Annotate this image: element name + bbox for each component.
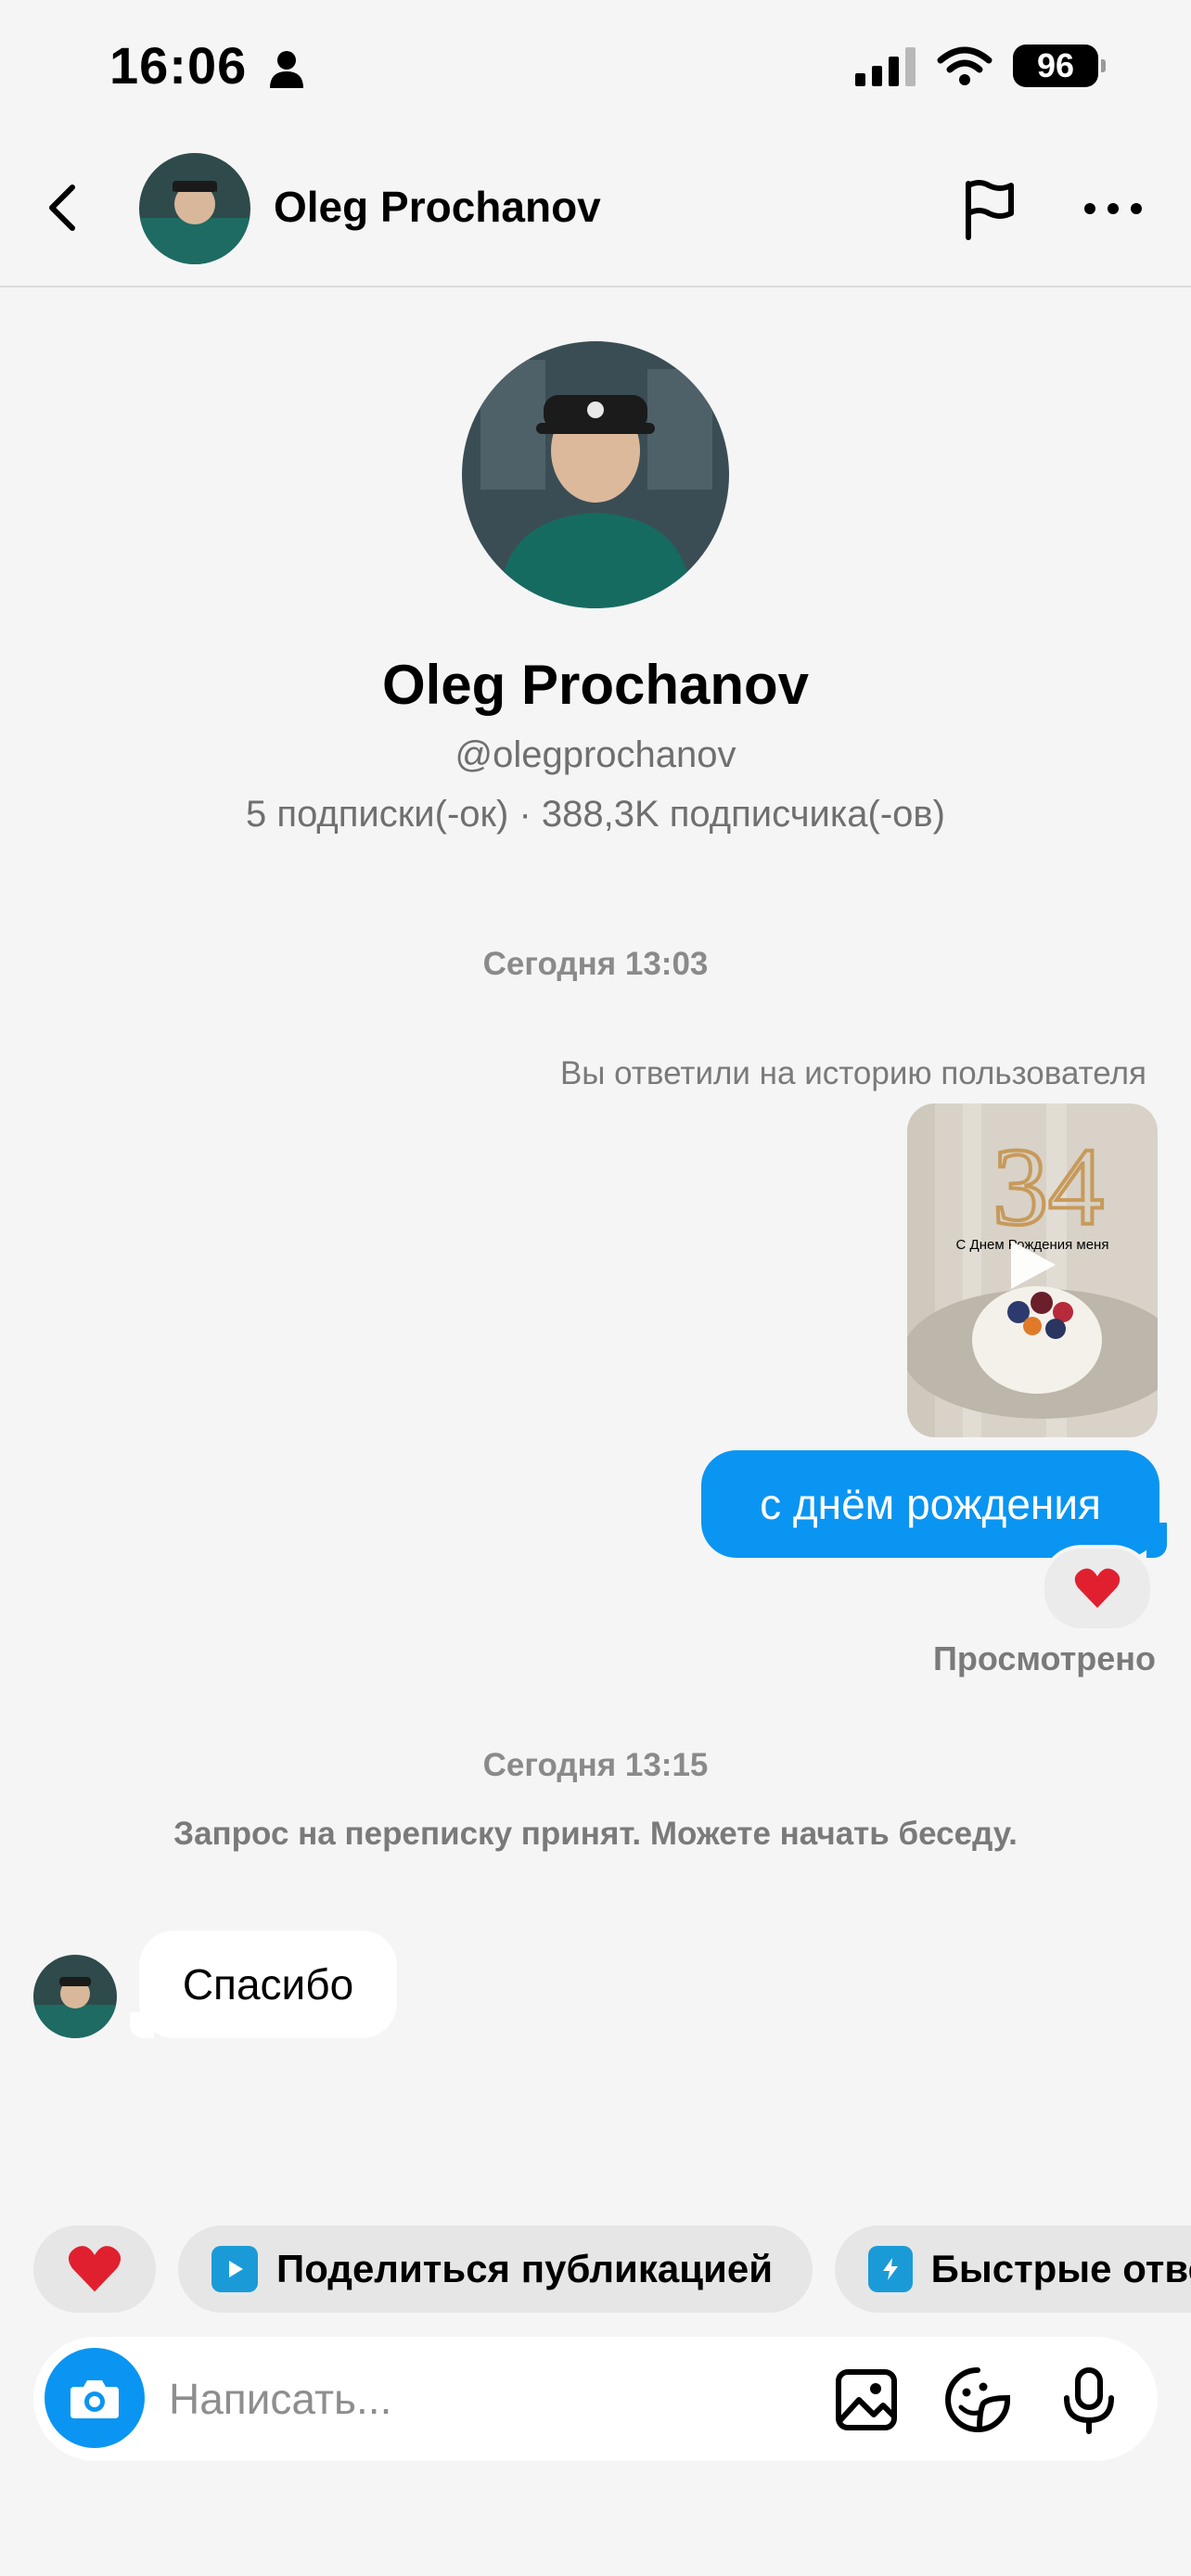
heart-icon: [68, 2246, 122, 2292]
more-options-icon[interactable]: [1081, 185, 1146, 232]
status-indicators: 96: [855, 45, 1106, 87]
status-time: 16:06: [109, 35, 305, 96]
profile-avatar-image: [462, 341, 729, 608]
request-accepted-note: Запрос на переписку принят. Можете начат…: [173, 1816, 1018, 1852]
flag-icon[interactable]: [955, 176, 1022, 243]
battery-level: 96: [1036, 46, 1075, 84]
sender-avatar[interactable]: [33, 1955, 117, 2038]
back-arrow-icon[interactable]: [37, 180, 93, 236]
camera-icon: [70, 2380, 119, 2418]
timestamp-divider: Сегодня 13:03: [482, 946, 709, 982]
header-avatar[interactable]: [139, 153, 250, 264]
battery-indicator: 96: [1013, 45, 1106, 87]
share-post-button[interactable]: Поделиться публикацией: [178, 2225, 813, 2313]
profile-name: Oleg Prochanov: [381, 654, 810, 716]
incoming-message[interactable]: Спасибо: [139, 1931, 397, 2038]
outgoing-message[interactable]: с днём рождения: [701, 1450, 1159, 1558]
heart-icon: [1074, 1568, 1121, 1608]
sender-avatar-image: [33, 1955, 117, 2038]
play-square-icon: [211, 2246, 258, 2292]
time-text: 16:06: [109, 36, 248, 95]
sticker-icon[interactable]: [942, 2365, 1013, 2435]
share-post-label: Поделиться публикацией: [276, 2247, 774, 2290]
gallery-icon[interactable]: [831, 2365, 902, 2435]
header-username[interactable]: Oleg Prochanov: [274, 182, 601, 232]
story-reply-note: Вы ответили на историю пользователя: [559, 1055, 1146, 1091]
camera-button[interactable]: [45, 2348, 145, 2448]
story-image: 34 С Днем Рождения меня: [907, 1103, 1158, 1437]
quick-heart-button[interactable]: [33, 2225, 156, 2313]
story-number: 34: [992, 1125, 1104, 1248]
story-thumbnail[interactable]: 34 С Днем Рождения меня: [907, 1103, 1158, 1437]
seen-status: Просмотрено: [932, 1639, 1156, 1677]
message-input[interactable]: [167, 2370, 801, 2428]
profile-handle: @olegprochanov: [455, 734, 736, 775]
story-caption: С Днем Рождения меня: [956, 1237, 1109, 1253]
person-icon: [269, 51, 303, 89]
quick-replies-button[interactable]: Быстрые отве: [835, 2225, 1191, 2313]
wifi-icon: [937, 46, 992, 85]
timestamp-divider-2: Сегодня 13:15: [482, 1747, 709, 1783]
signal-icon: [855, 47, 916, 86]
profile-avatar[interactable]: [462, 341, 729, 608]
quick-replies-label: Быстрые отве: [930, 2247, 1191, 2290]
avatar-image: [139, 153, 250, 264]
lightning-bubble-icon: [868, 2246, 913, 2292]
microphone-icon[interactable]: [1054, 2365, 1124, 2435]
profile-stats: 5 подписки(-ок) · 388,3K подписчика(-ов): [246, 794, 945, 835]
heart-reaction[interactable]: [1041, 1545, 1154, 1632]
